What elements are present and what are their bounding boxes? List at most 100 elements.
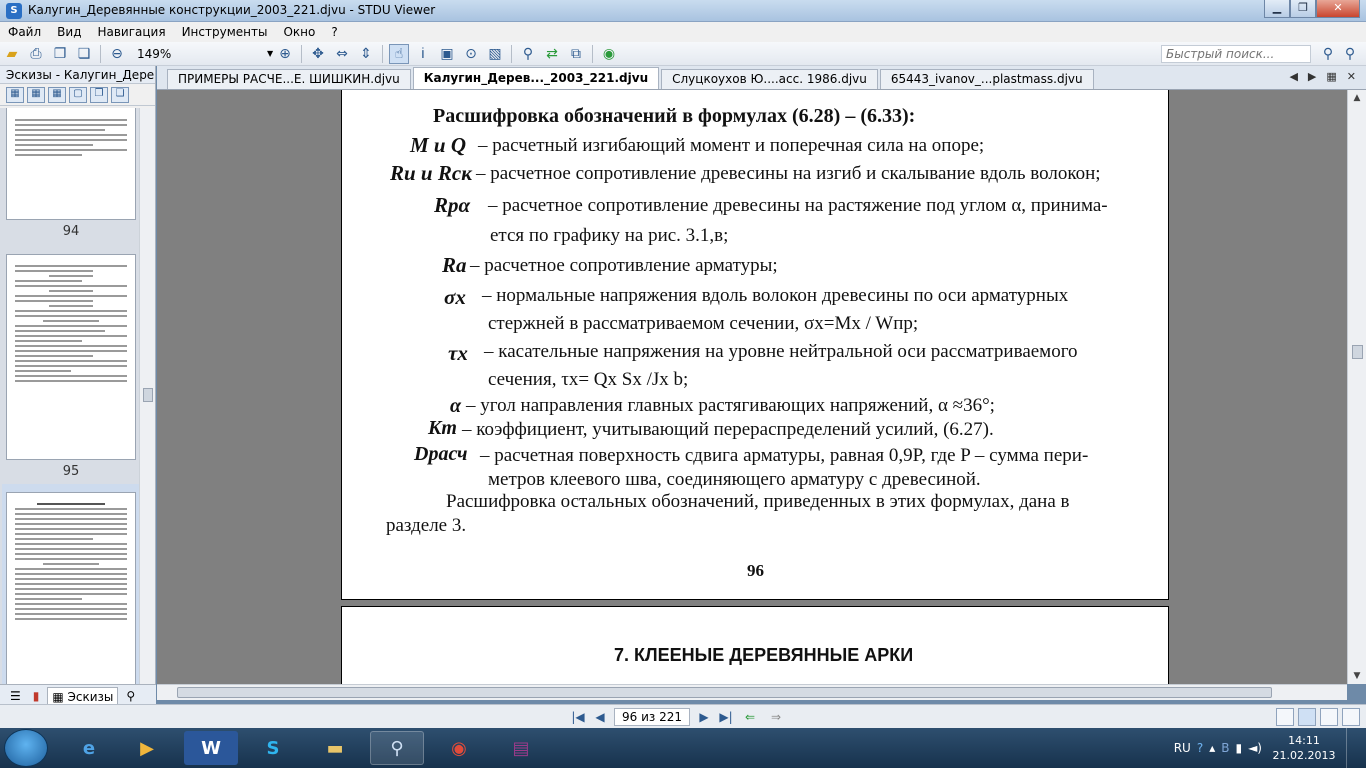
fit-height-icon[interactable]: ⇕	[356, 44, 376, 64]
image-select-icon[interactable]: ▣	[437, 44, 457, 64]
internet-explorer-icon[interactable]: e	[62, 731, 116, 765]
contents-tab-icon[interactable]: ☰	[6, 687, 25, 705]
text-select-icon[interactable]: Ꭵ	[413, 44, 433, 64]
symbol-r-a: Rа	[442, 253, 467, 277]
page-heading: Расшифровка обозначений в формулах (6.28…	[433, 105, 916, 127]
footer-paragraph: разделе 3.	[386, 515, 467, 536]
tray-expand-icon[interactable]: ▴	[1209, 741, 1215, 755]
skype-icon[interactable]: S	[246, 731, 300, 765]
page-thumbnail-96[interactable]	[6, 492, 136, 696]
help-icon[interactable]: ?	[1197, 741, 1203, 755]
toolbar-separator	[592, 44, 593, 63]
settings-icon[interactable]	[1276, 708, 1294, 726]
next-page-icon[interactable]: ▶	[696, 710, 712, 724]
quick-search-box[interactable]	[1161, 45, 1311, 63]
network-icon[interactable]: ▮	[1235, 741, 1242, 755]
show-desktop-button[interactable]	[1346, 728, 1358, 768]
thumbnail-scrollbar[interactable]	[139, 108, 155, 700]
thumbnail-list[interactable]: 94 95 96	[0, 108, 140, 700]
single-page-view-icon[interactable]	[1298, 708, 1316, 726]
hand-tool-icon[interactable]: ☝	[389, 43, 409, 64]
magnifier-icon[interactable]: ⊙	[461, 44, 481, 64]
word-icon[interactable]: W	[184, 731, 238, 765]
stdu-viewer-icon[interactable]: ⚲	[370, 731, 424, 765]
tab-document-3[interactable]: Слуцкоухов Ю....асс. 1986.djvu	[661, 69, 878, 89]
tab-close-icon[interactable]: ✕	[1347, 70, 1356, 83]
grid-small-icon[interactable]: ▦	[48, 86, 66, 103]
clock[interactable]: 14:11 21.02.2013	[1268, 733, 1340, 763]
search-tab-icon[interactable]: ⚲	[122, 687, 139, 705]
chrome-icon[interactable]: ◉	[432, 731, 486, 765]
tab-prev-icon[interactable]: ◀	[1289, 70, 1297, 83]
minimize-button[interactable]: ▁	[1264, 0, 1290, 18]
scrollbar-thumb[interactable]	[143, 388, 153, 402]
menu-tools[interactable]: Инструменты	[174, 25, 276, 39]
horizontal-scrollbar[interactable]	[157, 684, 1347, 700]
start-button[interactable]	[4, 729, 48, 767]
grid-medium-icon[interactable]: ▦	[27, 86, 45, 103]
grid-large-icon[interactable]: ▦	[6, 86, 24, 103]
menu-file[interactable]: Файл	[0, 25, 49, 39]
scroll-up-icon[interactable]: ▲	[1348, 90, 1366, 106]
tab-list-icon[interactable]: ▦	[1326, 70, 1336, 83]
tab-thumbnails[interactable]: ▦ Эскизы	[47, 686, 119, 705]
print-icon[interactable]: ⎙	[26, 44, 46, 64]
duplicate-icon[interactable]: ⧉	[566, 44, 586, 64]
maximize-button[interactable]: ❐	[1290, 0, 1316, 18]
menu-window[interactable]: Окно	[275, 25, 323, 39]
panel-toolbar: ▦ ▦ ▦ ▢ ❐ ❏	[0, 84, 155, 106]
find-icon[interactable]: ⚲	[518, 44, 538, 64]
page-thumbnail-95[interactable]	[6, 254, 136, 460]
language-indicator[interactable]: RU	[1174, 741, 1191, 755]
scrollbar-thumb[interactable]	[177, 687, 1272, 698]
media-player-icon[interactable]: ▶	[120, 731, 174, 765]
back-icon[interactable]: ⇐	[740, 710, 760, 724]
tab-document-1[interactable]: ПРИМЕРЫ РАСЧЕ...Е. ШИШКИН.djvu	[167, 69, 411, 89]
sync-icon[interactable]: ⇄	[542, 44, 562, 64]
scroll-down-icon[interactable]: ▼	[1348, 668, 1366, 684]
fit-page-icon[interactable]: ✥	[308, 44, 328, 64]
winrar-icon[interactable]: ▤	[494, 731, 548, 765]
export-thumbnail-icon[interactable]: ❏	[111, 86, 129, 103]
continuous-view-icon[interactable]	[1342, 708, 1360, 726]
close-button[interactable]: ✕	[1316, 0, 1360, 18]
volume-icon[interactable]: ◄)	[1248, 741, 1262, 755]
vertical-scrollbar[interactable]: ▲ ▼	[1347, 90, 1366, 684]
line-text: – расчетное сопротивление древесины на р…	[488, 195, 1108, 216]
forward-icon[interactable]: ⇒	[766, 710, 786, 724]
search-prev-icon[interactable]: ⚲	[1318, 44, 1338, 64]
open-folder-icon[interactable]: ▰	[2, 44, 22, 64]
bookmarks-tab-icon[interactable]: ▮	[29, 687, 44, 705]
thumbnail-size-icon[interactable]: ▢	[69, 86, 87, 103]
page-thumbnail-94[interactable]	[6, 108, 136, 220]
copy-thumbnail-icon[interactable]: ❐	[90, 86, 108, 103]
last-page-icon[interactable]: ▶|	[718, 710, 734, 724]
fit-width-icon[interactable]: ⇔	[332, 44, 352, 64]
prev-page-icon[interactable]: ◀	[592, 710, 608, 724]
search-next-icon[interactable]: ⚲	[1340, 44, 1360, 64]
line-text: – расчетная поверхность сдвига арматуры,…	[480, 445, 1089, 466]
copy-page-icon[interactable]: ❐	[50, 44, 70, 64]
menu-navigation[interactable]: Навигация	[89, 25, 173, 39]
menu-help[interactable]: ?	[323, 25, 345, 39]
web-icon[interactable]: ◉	[599, 44, 619, 64]
quick-search-input[interactable]	[1162, 46, 1310, 62]
save-page-icon[interactable]: ❏	[74, 44, 94, 64]
document-viewer[interactable]: Расшифровка обозначений в формулах (6.28…	[157, 90, 1347, 684]
tab-next-icon[interactable]: ▶	[1308, 70, 1316, 83]
two-page-view-icon[interactable]	[1320, 708, 1338, 726]
zoom-select[interactable]: 149% ▼	[133, 45, 273, 63]
scrollbar-thumb[interactable]	[1352, 345, 1363, 359]
tab-document-4[interactable]: 65443_ivanov_...plastmass.djvu	[879, 69, 1094, 89]
menu-view[interactable]: Вид	[49, 25, 89, 39]
zoom-in-icon[interactable]: ⊕	[275, 44, 295, 64]
snapshot-icon[interactable]: ▧	[485, 44, 505, 64]
explorer-icon[interactable]: ▬	[308, 731, 362, 765]
first-page-icon[interactable]: |◀	[570, 710, 586, 724]
toolbar-separator	[382, 44, 383, 63]
zoom-out-icon[interactable]: ⊖	[107, 44, 127, 64]
panel-tabs: ☰ ▮ ▦ Эскизы ⚲	[0, 684, 156, 706]
page-number-input[interactable]: 96 из 221	[614, 708, 690, 726]
tab-document-2[interactable]: Калугин_Дерев..._2003_221.djvu	[412, 67, 660, 89]
vk-icon[interactable]: B	[1221, 741, 1229, 755]
